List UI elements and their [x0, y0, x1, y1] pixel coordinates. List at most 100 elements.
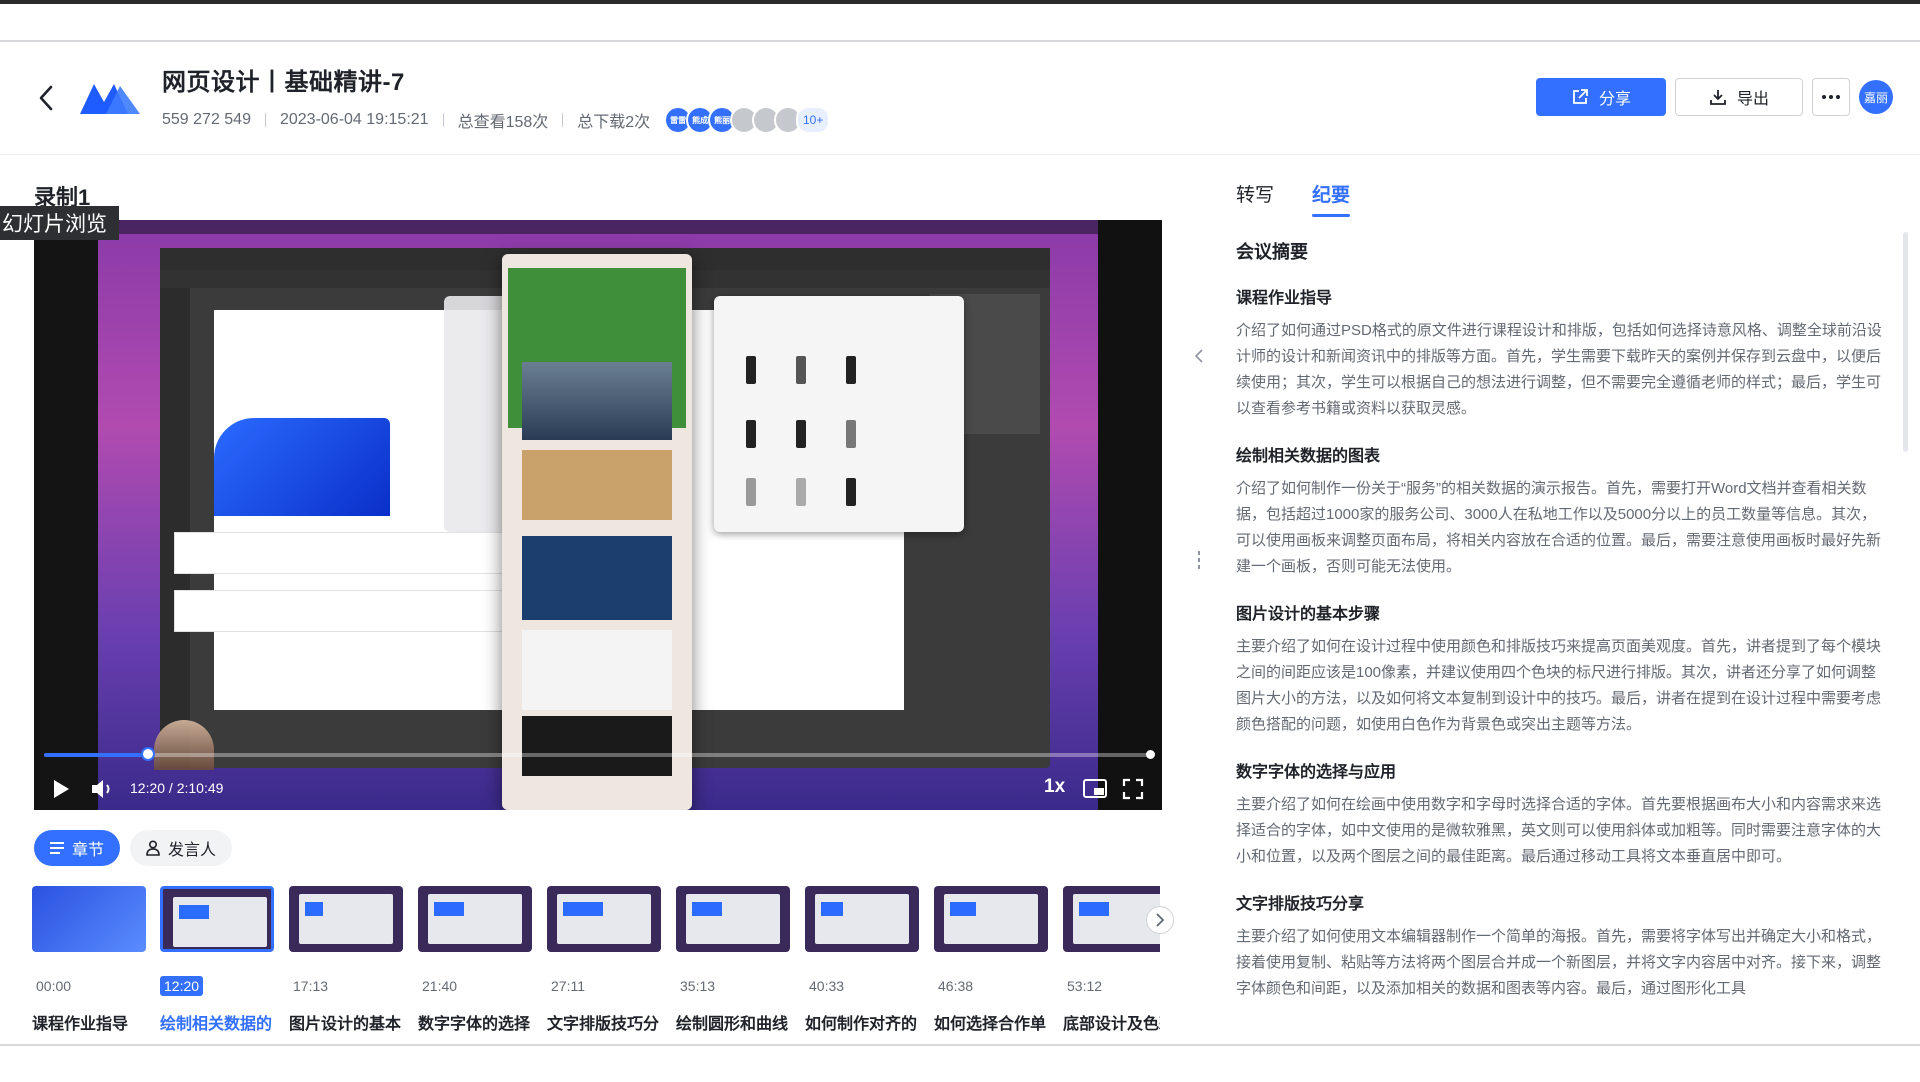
volume-button[interactable]	[90, 778, 116, 800]
progress-track[interactable]	[44, 753, 1152, 757]
chapter-thumbnail	[547, 886, 661, 952]
tab-minutes[interactable]: 纪要	[1312, 180, 1351, 217]
section-heading: 图片设计的基本步骤	[1236, 606, 1381, 623]
chapter-thumbnail	[805, 886, 919, 952]
chapter-timeline: 00:00 课程作业指导 12:20 绘制相关数据的 17:13 图片设计的基本…	[32, 886, 1160, 1046]
chapters-filter-button[interactable]: 章节	[34, 830, 121, 866]
chapter-item[interactable]: 53:12 底部设计及色彩	[1063, 886, 1160, 1034]
progress-fill	[44, 753, 148, 757]
chapter-time: 12:20	[160, 976, 204, 996]
chapter-thumbnail	[418, 886, 532, 952]
download-icon	[1710, 90, 1726, 105]
player-controls: 12:20 / 2:10:49 1x	[34, 768, 1162, 810]
export-label: 导出	[1736, 91, 1769, 108]
chapter-time: 17:13	[293, 978, 329, 994]
share-icon	[1573, 89, 1588, 104]
chapter-item[interactable]: 21:40 数字字体的选择	[418, 886, 532, 1034]
back-button[interactable]	[32, 80, 60, 116]
picture-in-picture-button[interactable]	[1082, 778, 1108, 800]
section-body: 主要介绍了如何在设计过程中使用颜色和排版技巧来提高页面美观度。首先，讲者提到了每…	[1236, 638, 1882, 733]
download-count: 总下载2次	[577, 114, 651, 131]
volume-icon	[92, 780, 110, 798]
meeting-meta: 559 272 549 2023-06-04 19:15:21 总查看158次 …	[162, 106, 831, 134]
chapter-item[interactable]: 17:13 图片设计的基本	[289, 886, 403, 1034]
user-avatar[interactable]: 嘉丽	[1859, 80, 1893, 114]
chapter-title: 底部设计及色彩	[1063, 1016, 1160, 1033]
summary-scrollbar[interactable]	[1903, 232, 1908, 452]
play-icon	[54, 780, 69, 798]
progress-end-marker	[1146, 750, 1155, 759]
chapter-title: 如何制作对齐的	[805, 1016, 918, 1033]
chapter-time: 40:33	[809, 978, 845, 994]
chapter-item[interactable]: 40:33 如何制作对齐的	[805, 886, 919, 1034]
chevron-right-icon	[1156, 913, 1165, 927]
chevron-left-icon	[1194, 349, 1203, 363]
video-menubar	[98, 220, 1098, 234]
speakers-label: 发言人	[168, 842, 217, 859]
section-body: 主要介绍了如何在绘画中使用数字和字母时选择合适的字体。首先要根据画布大小和内容需…	[1236, 796, 1882, 865]
viewer-avatars[interactable]: 雷雷 熊成 熊丽 10+	[664, 106, 831, 134]
share-button[interactable]: 分享	[1536, 78, 1666, 116]
timeline-next-button[interactable]	[1146, 906, 1174, 934]
chapter-item[interactable]: 27:11 文字排版技巧分	[547, 886, 661, 1034]
video-file-browser	[714, 296, 964, 532]
canvas-blue-shape	[214, 418, 390, 516]
chevron-left-icon	[39, 85, 53, 111]
picture-in-picture-icon	[1083, 779, 1107, 798]
chapter-thumbnail	[289, 886, 403, 952]
section-heading: 课程作业指导	[1236, 290, 1333, 307]
video-preview-window	[502, 254, 692, 810]
tab-transcript[interactable]: 转写	[1236, 180, 1274, 217]
meeting-id: 559 272 549	[162, 111, 251, 128]
speakers-filter-button[interactable]: 发言人	[130, 830, 233, 866]
more-horizontal-icon	[1822, 95, 1840, 99]
more-options-button[interactable]	[1812, 78, 1850, 116]
divider	[562, 113, 564, 127]
chapter-item[interactable]: 46:38 如何选择合作单	[934, 886, 1048, 1034]
share-label: 分享	[1598, 91, 1631, 108]
section-heading: 文字排版技巧分享	[1236, 896, 1365, 913]
viewer-more-badge: 10+	[796, 106, 831, 134]
section-heading: 数字字体的选择与应用	[1236, 764, 1397, 781]
fullscreen-icon	[1122, 778, 1144, 800]
pane-tabs: 转写 纪要	[1236, 180, 1351, 217]
section-body: 主要介绍了如何使用文本编辑器制作一个简单的海报。首先，需要将字体写出并确定大小和…	[1236, 928, 1882, 997]
export-button[interactable]: 导出	[1675, 78, 1803, 116]
fullscreen-button[interactable]	[1122, 778, 1144, 800]
chapter-item[interactable]: 12:20 绘制相关数据的	[160, 886, 274, 1034]
right-pane: 转写 纪要 会议摘要 课程作业指导 介绍了如何通过PSD格式的原文件进行课程设计…	[1230, 168, 1890, 1038]
summary-title: 会议摘要	[1236, 242, 1308, 262]
chapter-title: 绘制相关数据的	[160, 1016, 273, 1033]
chapter-title: 数字字体的选择	[418, 1016, 531, 1033]
chapter-thumbnail	[160, 886, 274, 952]
chapter-title: 课程作业指导	[32, 1016, 129, 1033]
window-top-edge	[0, 0, 1920, 4]
chapter-item[interactable]: 35:13 绘制圆形和曲线	[676, 886, 790, 1034]
meeting-summary: 会议摘要 课程作业指导 介绍了如何通过PSD格式的原文件进行课程设计和排版，包括…	[1236, 238, 1886, 1022]
chapter-time: 00:00	[36, 978, 72, 994]
collapse-panel-button[interactable]	[1192, 346, 1206, 366]
progress-handle[interactable]	[141, 747, 155, 761]
app-logo	[78, 74, 142, 118]
chapter-time: 35:13	[680, 978, 716, 994]
chapter-item[interactable]: 00:00 课程作业指导	[32, 886, 146, 1034]
speed-button[interactable]: 1x	[1044, 776, 1065, 798]
chapter-thumbnail	[32, 886, 146, 952]
slide-browse-tag[interactable]: 幻灯片浏览	[0, 206, 119, 240]
section-body: 介绍了如何通过PSD格式的原文件进行课程设计和排版，包括如何选择诗意风格、调整全…	[1236, 322, 1882, 417]
chapter-time: 27:11	[551, 978, 585, 994]
chapter-thumbnail	[934, 886, 1048, 952]
playback-time: 12:20 / 2:10:49	[130, 780, 224, 796]
pane-resize-handle[interactable]	[1192, 548, 1206, 572]
chapter-time: 53:12	[1067, 978, 1103, 994]
chapter-title: 如何选择合作单	[934, 1016, 1047, 1033]
video-player[interactable]: 12:20 / 2:10:49 1x	[34, 220, 1162, 810]
play-button[interactable]	[50, 778, 72, 800]
chapter-title: 图片设计的基本	[289, 1016, 402, 1033]
section-heading: 绘制相关数据的图表	[1236, 448, 1381, 465]
chapter-title: 文字排版技巧分	[547, 1016, 660, 1033]
chapters-label: 章节	[72, 842, 105, 859]
section-body: 介绍了如何制作一份关于“服务”的相关数据的演示报告。首先，需要打开Word文档并…	[1236, 480, 1882, 575]
list-icon	[50, 842, 64, 854]
divider	[442, 113, 444, 127]
